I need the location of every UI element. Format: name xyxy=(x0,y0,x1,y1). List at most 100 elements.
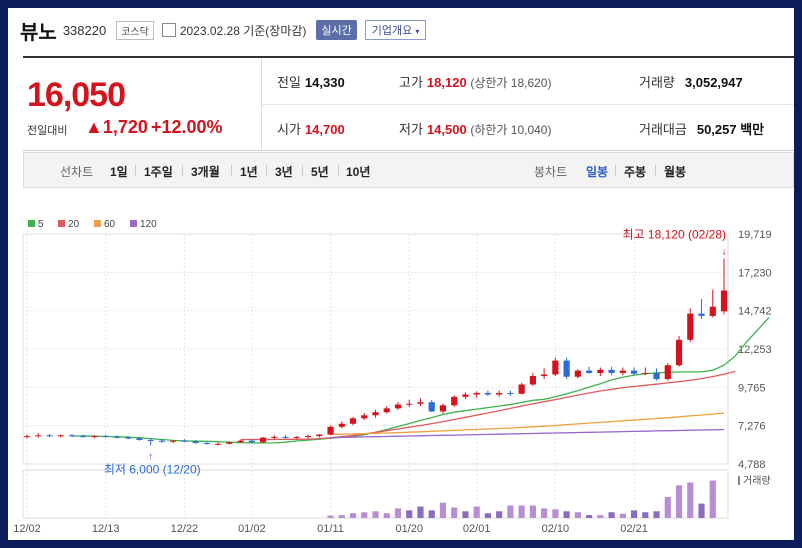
volume-label: 거래량 xyxy=(743,475,771,487)
candle-body xyxy=(484,392,492,395)
line-chart-label: 선차트 xyxy=(60,165,94,179)
volume-bar xyxy=(597,515,604,518)
candle-body xyxy=(147,439,154,441)
candle-body xyxy=(630,370,638,374)
volume-bar xyxy=(541,508,548,518)
candle-body xyxy=(687,313,694,340)
candle-body xyxy=(518,384,525,394)
candle-body xyxy=(102,436,109,438)
low-price: 저가 14,500 (하한가 10,040) xyxy=(399,122,552,137)
candle-body xyxy=(203,443,210,445)
period-1y[interactable]: 1년 xyxy=(240,163,258,180)
x-tick-label: 02/21 xyxy=(620,523,648,535)
y-tick-label: 17,230 xyxy=(738,267,772,279)
candle-daily[interactable]: 일봉 xyxy=(586,163,608,180)
candle-body xyxy=(237,440,244,443)
candle-body xyxy=(428,402,435,412)
volume-bar xyxy=(439,502,447,518)
volume: 거래량 3,052,947 xyxy=(639,75,743,90)
candle-body xyxy=(338,423,345,427)
legend-swatch-5 xyxy=(28,220,35,227)
volume-bar xyxy=(507,505,514,518)
candle-body xyxy=(720,290,728,312)
candle-body xyxy=(192,441,199,444)
volume-bar xyxy=(349,513,357,518)
market-badge: 코스닥 xyxy=(116,20,154,40)
volume-bar xyxy=(462,511,469,518)
ma-line-5 xyxy=(71,317,770,444)
candle-body xyxy=(91,436,98,438)
candle-body xyxy=(35,435,42,437)
candle-body xyxy=(709,306,716,316)
candle-body xyxy=(282,436,289,438)
volume-bar xyxy=(338,515,345,518)
legend-swatch-60 xyxy=(94,220,101,227)
candle-monthly[interactable]: 월봉 xyxy=(664,163,686,180)
candle-body xyxy=(46,435,53,437)
candle-body xyxy=(57,435,64,437)
candle-body xyxy=(316,434,323,437)
volume-bar xyxy=(473,506,480,518)
candle-body xyxy=(181,440,188,442)
volume-bar xyxy=(586,515,593,518)
volume-bar xyxy=(428,510,435,518)
period-5y[interactable]: 5년 xyxy=(311,163,329,180)
volume-bar xyxy=(563,511,570,518)
volume-bar xyxy=(518,505,525,518)
legend-label-120: 120 xyxy=(140,219,157,230)
trade-amount: 거래대금 50,257 백만 xyxy=(639,122,765,137)
volume-bar xyxy=(664,496,671,518)
candle-chart-label: 봉차트 xyxy=(534,165,568,179)
volume-legend-mark xyxy=(738,476,740,485)
candle-body xyxy=(327,426,334,435)
y-tick-label: 7,276 xyxy=(738,421,766,433)
calendar-icon[interactable] xyxy=(161,23,176,37)
x-tick-label: 01/20 xyxy=(395,523,423,535)
candle-body xyxy=(462,394,469,397)
period-10y[interactable]: 10년 xyxy=(346,163,370,180)
candle-body xyxy=(552,360,559,375)
candle-body xyxy=(372,412,379,416)
volume-bar xyxy=(327,515,334,518)
candle-body xyxy=(439,405,447,412)
candle-body xyxy=(496,392,503,395)
company-overview-label: 기업개요 xyxy=(371,25,413,37)
period-1d[interactable]: 1일 xyxy=(110,163,128,180)
candle-body xyxy=(170,440,177,442)
low-arrow-icon: ↑ xyxy=(148,451,153,462)
candle-body xyxy=(226,442,233,444)
legend-swatch-120 xyxy=(130,220,137,227)
high-annotation: 최고 18,120 (02/28) xyxy=(623,228,726,242)
period-3y[interactable]: 3년 xyxy=(275,163,293,180)
candle-body xyxy=(653,372,660,380)
period-1w[interactable]: 1주일 xyxy=(144,163,173,180)
stock-code: 338220 xyxy=(62,22,107,38)
candle-weekly[interactable]: 주봉 xyxy=(624,163,646,180)
candle-body xyxy=(215,443,222,445)
high-price: 고가 18,120 (상한가 18,620) xyxy=(399,75,552,90)
x-tick-label: 02/10 xyxy=(542,523,570,535)
candle-body xyxy=(619,370,626,373)
candle-body xyxy=(417,402,424,404)
company-overview-select[interactable]: 기업개요 ▾ xyxy=(364,20,427,40)
period-3m[interactable]: 3개월 xyxy=(191,163,220,180)
volume-bar xyxy=(484,513,492,518)
candle-body xyxy=(507,392,514,394)
volume-bar xyxy=(698,503,705,518)
up-triangle-icon: ▲ xyxy=(85,117,103,137)
stock-panel: 뷰노 338220 코스닥 2023.02.28 기준(장마감) 실시간 기업개… xyxy=(8,8,794,540)
volume-bar xyxy=(653,511,660,518)
candle-body xyxy=(608,369,615,373)
volume-bar xyxy=(687,482,694,518)
change-percent: +12.00% xyxy=(151,117,223,137)
legend-label-20: 20 xyxy=(68,219,80,230)
open-price: 시가 14,700 xyxy=(277,122,345,137)
chevron-down-icon: ▾ xyxy=(415,27,420,36)
high-arrow-icon: ↓ xyxy=(722,247,727,258)
realtime-button[interactable]: 실시간 xyxy=(316,20,357,40)
candle-body xyxy=(664,365,671,380)
candle-body xyxy=(473,392,480,395)
candle-body xyxy=(158,440,165,442)
candle-body xyxy=(698,313,705,316)
volume-bar xyxy=(630,510,638,518)
